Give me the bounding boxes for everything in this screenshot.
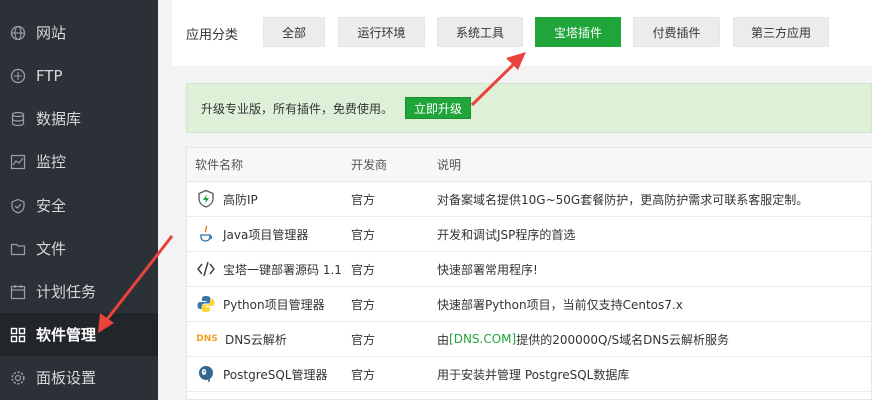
plugin-developer: 官方: [351, 332, 376, 347]
plugin-developer: 官方: [351, 297, 376, 312]
sidebar-item-label: 监控: [36, 153, 67, 171]
sidebar-item-software[interactable]: 软件管理: [0, 313, 158, 356]
gear-icon: [10, 370, 26, 386]
upgrade-now-button[interactable]: 立即升级: [405, 97, 472, 119]
plugin-description: 开发和调试JSP程序的首选: [437, 227, 576, 242]
database-icon: [10, 111, 26, 127]
header-description: 说明: [437, 158, 462, 172]
table-row[interactable]: Java项目管理器 官方 开发和调试JSP程序的首选: [187, 217, 872, 252]
plugin-description: 快速部署Python项目，当前仅支持Centos7.x: [437, 297, 683, 312]
main-content: 应用分类 全部 运行环境 系统工具 宝塔插件 付费插件 第三方应用 升级专业版，…: [158, 0, 872, 400]
sidebar-item-label: 安全: [36, 197, 67, 215]
category-label: 应用分类: [186, 28, 239, 43]
category-all-button[interactable]: 全部: [263, 17, 325, 47]
shield-icon: [10, 198, 26, 214]
plugin-name: 宝塔一键部署源码 1.1: [223, 262, 342, 277]
sidebar-item-security[interactable]: 安全: [0, 184, 158, 227]
sidebar-item-label: 面板设置: [36, 369, 97, 387]
plugin-developer: 官方: [351, 227, 376, 242]
ftp-icon: [10, 68, 26, 84]
sidebar-item-label: 数据库: [36, 110, 82, 128]
upgrade-banner: 升级专业版，所有插件，免费使用。 立即升级: [186, 83, 872, 133]
category-third-party-button[interactable]: 第三方应用: [733, 17, 829, 47]
calendar-icon: [10, 284, 26, 300]
table-row[interactable]: 高防IP 官方 对备案域名提供10G~50G套餐防护，更高防护需求可联系客服定制…: [187, 182, 872, 217]
globe-icon: [10, 25, 26, 41]
dns-com-link[interactable]: [DNS.COM]: [449, 332, 516, 346]
plugin-developer: 官方: [351, 192, 376, 207]
plugin-table: 软件名称 开发商 说明 高防IP 官方 对备案域名提供10G~50G套餐防护，更…: [186, 147, 872, 400]
plugin-name: DNS云解析: [225, 332, 287, 347]
sidebar-item-settings[interactable]: 面板设置: [0, 356, 158, 399]
category-tools-button[interactable]: 系统工具: [437, 17, 523, 47]
header-developer: 开发商: [351, 158, 388, 172]
table-row[interactable]: Python项目管理器 官方 快速部署Python项目，当前仅支持Centos7…: [187, 287, 872, 322]
grid-icon: [10, 327, 26, 343]
plugin-developer: 官方: [351, 367, 376, 382]
category-bar: 应用分类 全部 运行环境 系统工具 宝塔插件 付费插件 第三方应用: [172, 0, 872, 66]
plugin-description: 用于安装并管理 PostgreSQL数据库: [437, 367, 630, 382]
plugin-description: 由 [DNS.COM] 提供的200000Q/S域名DNS云解析服务: [437, 322, 729, 356]
monitor-icon: [10, 154, 26, 170]
sidebar-item-label: 软件管理: [36, 326, 97, 344]
table-row[interactable]: PostgreSQL管理器 官方 用于安装并管理 PostgreSQL数据库: [187, 357, 872, 392]
code-icon: [195, 258, 217, 280]
folder-icon: [10, 241, 26, 257]
plugin-name: Java项目管理器: [223, 227, 309, 242]
sidebar-item-database[interactable]: 数据库: [0, 97, 158, 140]
sidebar-item-label: 计划任务: [36, 283, 97, 301]
java-icon: [195, 223, 217, 245]
sidebar-item-website[interactable]: 网站: [0, 11, 158, 54]
upgrade-text: 升级专业版，所有插件，免费使用。: [201, 101, 394, 116]
dns-icon: DNS: [196, 334, 218, 344]
description-prefix: 由: [437, 332, 450, 347]
table-row[interactable]: 宝塔一键部署源码 1.1 官方 快速部署常用程序!: [187, 252, 872, 287]
sidebar: 网站 FTP 数据库 监控 安全 文件 计划任务 软件管理 面板设置: [0, 0, 158, 400]
plugin-developer: 官方: [351, 262, 376, 277]
description-suffix: 提供的200000Q/S域名DNS云解析服务: [516, 332, 729, 347]
sidebar-item-monitor[interactable]: 监控: [0, 140, 158, 183]
sidebar-item-label: FTP: [36, 66, 63, 85]
sidebar-item-files[interactable]: 文件: [0, 227, 158, 270]
plugin-name: 高防IP: [223, 192, 258, 207]
table-row[interactable]: DNS DNS云解析 官方 由 [DNS.COM] 提供的200000Q/S域名DN…: [187, 322, 872, 357]
postgresql-icon: [195, 363, 217, 385]
python-icon: [195, 293, 217, 315]
header-name: 软件名称: [195, 158, 244, 172]
sidebar-item-label: 文件: [36, 240, 67, 258]
shield-bolt-icon: [195, 188, 217, 210]
table-header: 软件名称 开发商 说明: [187, 148, 872, 182]
category-runtime-button[interactable]: 运行环境: [338, 17, 425, 47]
sidebar-item-ftp[interactable]: FTP: [0, 54, 158, 97]
plugin-description: 快速部署常用程序!: [437, 262, 538, 277]
plugin-description: 对备案域名提供10G~50G套餐防护，更高防护需求可联系客服定制。: [437, 192, 809, 207]
plugin-name: PostgreSQL管理器: [223, 367, 328, 382]
plugin-name: Python项目管理器: [223, 297, 325, 312]
category-paid-plugins-button[interactable]: 付费插件: [633, 17, 720, 47]
sidebar-item-cron[interactable]: 计划任务: [0, 270, 158, 313]
category-bt-plugins-button[interactable]: 宝塔插件: [535, 17, 621, 47]
sidebar-item-label: 网站: [36, 24, 67, 42]
